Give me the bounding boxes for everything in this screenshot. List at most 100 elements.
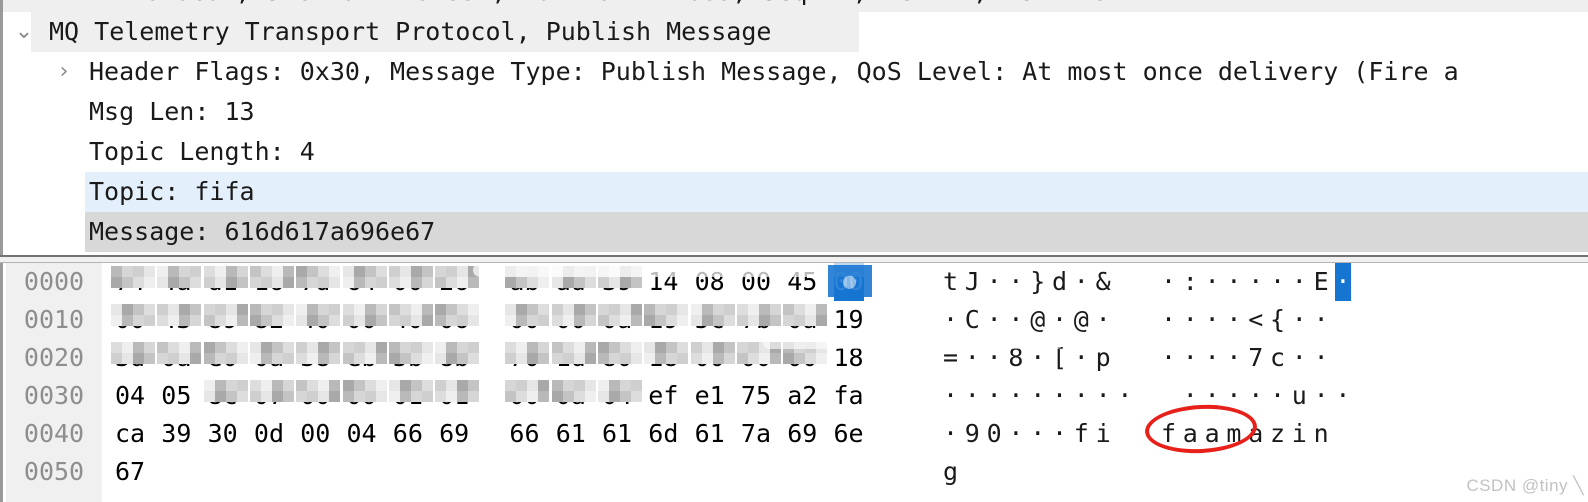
hex-byte[interactable]: 4a xyxy=(161,263,191,301)
hex-byte[interactable]: 64 xyxy=(347,263,377,301)
hex-byte[interactable]: 6d xyxy=(648,415,678,453)
hex-byte[interactable]: 39 xyxy=(161,415,191,453)
packet-bytes-pane[interactable]: 0000 74 4a d1 16 7d 64 00 26 ab ad 39 14 08 00 45 00 t J · ·… xyxy=(0,263,1588,502)
hex-byte[interactable]: 80 xyxy=(602,339,632,377)
hex-byte[interactable]: 00 xyxy=(115,301,145,339)
pane-splitter[interactable] xyxy=(0,255,1588,263)
hex-byte[interactable]: 0a xyxy=(161,339,191,377)
hex-byte[interactable]: fa xyxy=(834,377,864,415)
hex-byte[interactable]: 19 xyxy=(648,301,678,339)
tree-row-message[interactable]: Message: 616d617a696e67 xyxy=(3,212,1588,252)
hex-byte[interactable]: 38 xyxy=(300,339,330,377)
hex-byte[interactable]: ca xyxy=(115,415,145,453)
hex-byte[interactable]: 00 xyxy=(300,415,330,453)
hex-byte[interactable]: 8b xyxy=(439,339,469,377)
hex-byte[interactable]: 00 xyxy=(741,263,771,301)
hex-byte[interactable]: 0a xyxy=(602,301,632,339)
hex-row[interactable]: 0030 04 05 8c 07 00 00 01 01 00 0a 04 ef e1 75 a2 fa · · · ·… xyxy=(3,377,1588,415)
hex-byte[interactable]: 00 xyxy=(300,377,330,415)
tree-row-tcp-clipped[interactable]: l Protocol, Src Port: 57354, Dst Port: 1… xyxy=(3,0,1588,12)
hex-row[interactable]: 0040 ca 39 30 0d 00 04 66 69 66 61 61 6d 61 7a 69 6e · 9 0 ·… xyxy=(3,415,1588,453)
hex-byte[interactable]: 04 xyxy=(602,377,632,415)
hex-byte[interactable]: 7d xyxy=(300,263,330,301)
hex-byte[interactable]: 01 xyxy=(439,377,469,415)
hex-byte[interactable]: 66 xyxy=(509,415,539,453)
hex-byte[interactable]: 08 xyxy=(695,263,725,301)
hex-byte[interactable]: 8c xyxy=(208,377,238,415)
hex-byte[interactable]: 00 xyxy=(347,301,377,339)
hex-byte[interactable]: 30 xyxy=(208,415,238,453)
hex-byte[interactable]: 5c xyxy=(695,301,725,339)
tree-row-msg-len[interactable]: Msg Len: 13 xyxy=(3,92,1588,132)
hex-byte[interactable]: 66 xyxy=(393,415,423,453)
hex-byte[interactable]: 7b xyxy=(741,301,771,339)
hex-byte[interactable]: e1 xyxy=(695,377,725,415)
hex-byte[interactable]: 00 xyxy=(741,339,771,377)
hex-byte[interactable]: 01 xyxy=(393,377,423,415)
hex-row[interactable]: 0010 00 43 89 82 40 00 40 06 00 00 0a 19 5c 7b 0a 19 · C · ·… xyxy=(3,301,1588,339)
hex-byte[interactable]: 89 xyxy=(208,301,238,339)
hex-byte[interactable]: 00 xyxy=(509,377,539,415)
hex-byte[interactable]: ad xyxy=(556,263,586,301)
hex-byte[interactable]: 00 xyxy=(347,377,377,415)
hex-byte[interactable]: 0a xyxy=(254,339,284,377)
hex-row[interactable]: 0050 67 g xyxy=(3,453,1588,491)
hex-byte[interactable]: e0 xyxy=(208,339,238,377)
hex-byte[interactable]: d1 xyxy=(208,263,238,301)
hex-byte[interactable]: 06 xyxy=(439,301,469,339)
hex-byte[interactable]: 6e xyxy=(834,415,864,453)
hex-byte[interactable]: ab xyxy=(509,263,539,301)
hex-byte[interactable]: 00 xyxy=(787,339,817,377)
hex-byte[interactable]: 40 xyxy=(300,301,330,339)
ascii-char: · xyxy=(1095,305,1112,334)
hex-byte[interactable]: 19 xyxy=(834,301,864,339)
hex-byte[interactable]: 75 xyxy=(741,377,771,415)
tree-row-topic-length[interactable]: Topic Length: 4 xyxy=(3,132,1588,172)
hex-byte[interactable]: 07 xyxy=(254,377,284,415)
hex-byte[interactable]: 00 xyxy=(695,339,725,377)
hex-byte-selected[interactable]: 00 xyxy=(833,263,864,301)
hex-byte[interactable]: ef xyxy=(648,377,678,415)
hex-byte[interactable]: 82 xyxy=(254,301,284,339)
hex-byte[interactable]: eb xyxy=(347,339,377,377)
hex-byte[interactable]: 3d xyxy=(115,339,145,377)
hex-byte[interactable]: 05 xyxy=(161,377,191,415)
hex-byte[interactable]: 43 xyxy=(161,301,191,339)
hex-byte[interactable]: 18 xyxy=(834,339,864,377)
hex-byte[interactable]: 00 xyxy=(556,301,586,339)
hex-byte[interactable]: 61 xyxy=(602,415,632,453)
hex-byte[interactable]: 00 xyxy=(393,263,423,301)
packet-detail-pane[interactable]: l Protocol, Src Port: 57354, Dst Port: 1… xyxy=(0,0,1588,255)
hex-byte[interactable]: 18 xyxy=(648,339,678,377)
hex-byte[interactable]: 0a xyxy=(787,301,817,339)
hex-byte[interactable]: 39 xyxy=(602,263,632,301)
hex-byte[interactable]: 69 xyxy=(787,415,817,453)
hex-byte[interactable]: 67 xyxy=(115,453,145,491)
hex-byte[interactable]: 61 xyxy=(556,415,586,453)
hex-byte[interactable]: 0d xyxy=(254,415,284,453)
hex-byte[interactable]: 74 xyxy=(115,263,145,301)
hex-byte[interactable]: 69 xyxy=(439,415,469,453)
hex-byte[interactable]: 7a xyxy=(741,415,771,453)
hex-byte[interactable]: 61 xyxy=(695,415,725,453)
hex-byte[interactable]: 16 xyxy=(254,263,284,301)
hex-byte[interactable]: 40 xyxy=(393,301,423,339)
hex-byte[interactable]: 14 xyxy=(648,263,678,301)
hex-byte[interactable]: 5b xyxy=(393,339,423,377)
hex-byte[interactable]: 70 xyxy=(509,339,539,377)
hex-byte[interactable]: 26 xyxy=(439,263,469,301)
hex-byte[interactable]: 00 xyxy=(509,301,539,339)
hex-byte[interactable]: 1d xyxy=(556,339,586,377)
hex-byte[interactable]: 04 xyxy=(115,377,145,415)
hex-byte[interactable]: 04 xyxy=(347,415,377,453)
hex-row[interactable]: 0020 3d 0a e0 0a 38 eb 5b 8b 70 1d 80 18 00 00 00 18 = · · 8… xyxy=(3,339,1588,377)
chevron-right-icon[interactable]: › xyxy=(51,52,77,92)
chevron-down-icon[interactable]: ⌄ xyxy=(11,12,37,52)
tree-row-topic[interactable]: Topic: fifa xyxy=(3,172,1588,212)
tree-row-mqtt-protocol[interactable]: ⌄ MQ Telemetry Transport Protocol, Publi… xyxy=(3,12,1588,52)
tree-row-header-flags[interactable]: › Header Flags: 0x30, Message Type: Publ… xyxy=(3,52,1588,92)
hex-byte[interactable]: a2 xyxy=(787,377,817,415)
hex-row[interactable]: 0000 74 4a d1 16 7d 64 00 26 ab ad 39 14 08 00 45 00 t J · ·… xyxy=(3,263,1588,301)
hex-byte[interactable]: 0a xyxy=(556,377,586,415)
hex-byte[interactable]: 45 xyxy=(787,263,817,301)
